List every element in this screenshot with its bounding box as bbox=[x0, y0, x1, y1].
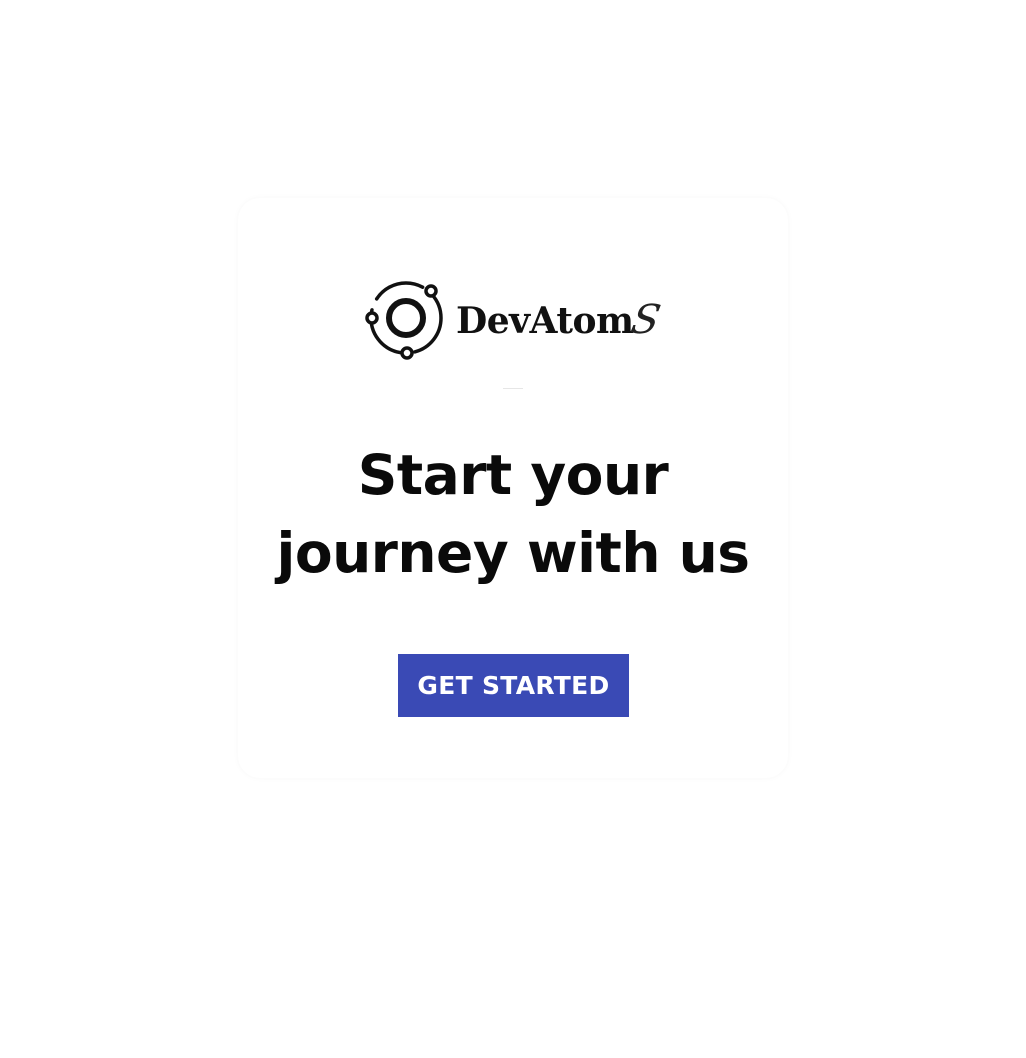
brand-logo: DevAtom S bbox=[364, 278, 664, 362]
logo-divider bbox=[503, 388, 523, 389]
welcome-card: DevAtom S Start your journey with us GET… bbox=[238, 198, 788, 778]
get-started-button[interactable]: GET STARTED bbox=[398, 654, 629, 717]
brand-name: DevAtom bbox=[456, 300, 634, 342]
hero-line-1: Start your bbox=[357, 443, 669, 507]
hero-headline: Start your journey with us bbox=[238, 436, 788, 592]
hero-line-2: journey with us bbox=[276, 521, 750, 585]
brand-wordmark: DevAtom S bbox=[456, 297, 664, 343]
orbit-atom-icon bbox=[365, 281, 443, 360]
